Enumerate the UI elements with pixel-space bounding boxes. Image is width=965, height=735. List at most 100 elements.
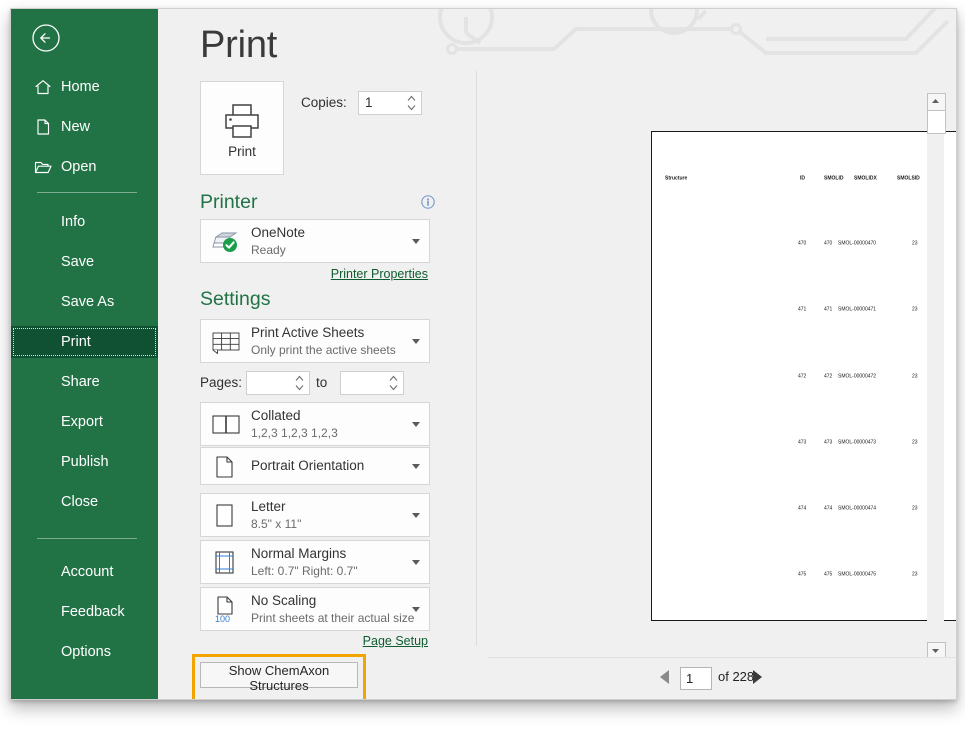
- sidebar-item-print[interactable]: Print: [11, 326, 158, 358]
- print-button[interactable]: Print: [200, 81, 284, 175]
- preview-cell: 474: [824, 505, 832, 512]
- copies-stepper[interactable]: 1: [358, 91, 422, 115]
- stepper-arrows-icon[interactable]: [407, 92, 416, 114]
- preview-page[interactable]: Structure ID SMOLID SMOLIDX SMOLSID 470 …: [651, 131, 957, 621]
- sidebar-item-feedback[interactable]: Feedback: [11, 596, 158, 628]
- stepper-arrows-icon[interactable]: [295, 372, 304, 394]
- setting-title: Normal Margins: [251, 546, 346, 561]
- sidebar-item-share[interactable]: Share: [11, 366, 158, 398]
- print-button-label: Print: [201, 144, 283, 159]
- setting-subtitle: Only print the active sheets: [251, 343, 396, 357]
- chevron-down-icon: [412, 422, 420, 427]
- sidebar-item-options[interactable]: Options: [11, 636, 158, 668]
- preview-cell: 473: [824, 439, 832, 446]
- stepper-arrows-icon[interactable]: [389, 372, 398, 394]
- preview-cell: 23: [912, 571, 918, 578]
- page-total-label: of 228: [718, 669, 754, 684]
- setting-subtitle: Left: 0.7" Right: 0.7": [251, 564, 358, 578]
- chemaxon-highlight-box: Show ChemAxon Structures: [192, 654, 366, 700]
- sidebar-item-label: Feedback: [61, 596, 125, 628]
- portrait-page-icon: [211, 455, 237, 484]
- pages-to-stepper[interactable]: [340, 371, 404, 395]
- print-what-select[interactable]: Print Active Sheets Only print the activ…: [200, 319, 430, 363]
- setting-title: Collated: [251, 408, 301, 423]
- preview-col-header: SMOLID: [824, 175, 843, 182]
- print-preview-area: Structure ID SMOLID SMOLIDX SMOLSID 470 …: [488, 71, 956, 699]
- sidebar-item-info[interactable]: Info: [11, 206, 158, 238]
- settings-heading: Settings: [200, 288, 270, 311]
- preview-cell: 473: [798, 439, 806, 446]
- page-setup-link[interactable]: Page Setup: [363, 634, 428, 648]
- printer-properties-link[interactable]: Printer Properties: [331, 267, 428, 281]
- setting-title: Portrait Orientation: [251, 458, 364, 473]
- sidebar-item-label: Save: [61, 246, 94, 278]
- margins-select[interactable]: Normal Margins Left: 0.7" Right: 0.7": [200, 540, 430, 584]
- copies-value: 1: [365, 92, 373, 114]
- sidebar-item-close[interactable]: Close: [11, 486, 158, 518]
- sidebar-item-label: Save As: [61, 286, 114, 318]
- paper-size-select[interactable]: Letter 8.5" x 11": [200, 493, 430, 537]
- orientation-select[interactable]: Portrait Orientation: [200, 447, 430, 485]
- sidebar-item-publish[interactable]: Publish: [11, 446, 158, 478]
- sidebar-item-label: Publish: [61, 446, 109, 478]
- sidebar-item-label: Close: [61, 486, 98, 518]
- previous-page-icon[interactable]: [660, 670, 669, 684]
- sidebar-item-new[interactable]: New: [11, 111, 158, 143]
- collation-select[interactable]: Collated 1,2,3 1,2,3 1,2,3: [200, 402, 430, 446]
- sidebar-item-export[interactable]: Export: [11, 406, 158, 438]
- page-title: Print: [200, 24, 277, 67]
- backstage-sidebar: Home New Open Info: [11, 9, 158, 699]
- preview-col-header: ID: [800, 175, 805, 182]
- setting-title: Print Active Sheets: [251, 325, 364, 340]
- sidebar-divider-top: [37, 192, 137, 193]
- chevron-down-icon: [412, 464, 420, 469]
- preview-cell: SMOL-00000472: [838, 373, 876, 380]
- sidebar-item-open[interactable]: Open: [11, 151, 158, 183]
- backstage-content: Print Print Copies: 1: [158, 9, 956, 699]
- preview-scrollbar[interactable]: [927, 93, 944, 659]
- pages-from-stepper[interactable]: [246, 371, 310, 395]
- setting-title: Letter: [251, 499, 286, 514]
- preview-cell: SMOL-00000475: [838, 571, 876, 578]
- sidebar-item-home[interactable]: Home: [11, 71, 158, 103]
- page-number-input[interactable]: 1: [680, 667, 712, 690]
- pages-label: Pages:: [200, 375, 242, 390]
- chevron-down-icon: [412, 339, 420, 344]
- chevron-down-icon: [412, 607, 420, 612]
- setting-subtitle: Print sheets at their actual size: [251, 611, 414, 625]
- setting-subtitle: 8.5" x 11": [251, 517, 301, 531]
- preview-col-header: SMOLIDX: [854, 175, 877, 182]
- sidebar-item-label: Home: [61, 71, 100, 103]
- scaling-select[interactable]: 100 No Scaling Print sheets at their act…: [200, 587, 430, 631]
- preview-cell: SMOL-00000470: [838, 240, 876, 247]
- back-arrow-icon[interactable]: [31, 23, 61, 53]
- info-circle-icon[interactable]: [421, 195, 435, 214]
- printer-icon: [222, 102, 262, 145]
- printer-status: Ready: [251, 243, 286, 257]
- circuit-decoration: [436, 9, 956, 67]
- preview-cell: 23: [912, 439, 918, 446]
- sidebar-item-label: Options: [61, 636, 111, 668]
- home-icon: [33, 77, 53, 97]
- sidebar-item-save-as[interactable]: Save As: [11, 286, 158, 318]
- show-chemaxon-structures-button[interactable]: Show ChemAxon Structures: [200, 662, 358, 688]
- preview-cell: 472: [798, 373, 806, 380]
- sidebar-item-label: Print: [61, 326, 91, 358]
- collate-icon: [211, 414, 241, 441]
- paper-size-icon: [211, 503, 237, 533]
- setting-title: No Scaling: [251, 593, 316, 608]
- sidebar-item-save[interactable]: Save: [11, 246, 158, 278]
- sidebar-item-account[interactable]: Account: [11, 556, 158, 588]
- printer-name: OneNote: [251, 225, 305, 240]
- excel-backstage-window: Home New Open Info: [10, 8, 957, 700]
- printer-select[interactable]: OneNote Ready: [200, 219, 430, 263]
- preview-cell: 23: [912, 240, 918, 247]
- next-page-icon[interactable]: [753, 670, 762, 684]
- page-icon: [33, 117, 53, 137]
- sidebar-divider-bottom: [37, 538, 137, 539]
- sidebar-item-label: Account: [61, 556, 113, 588]
- copies-label: Copies:: [301, 95, 347, 110]
- preview-cell: 475: [824, 571, 832, 578]
- preview-cell: 475: [798, 571, 806, 578]
- scrollbar-thumb[interactable]: [927, 110, 946, 134]
